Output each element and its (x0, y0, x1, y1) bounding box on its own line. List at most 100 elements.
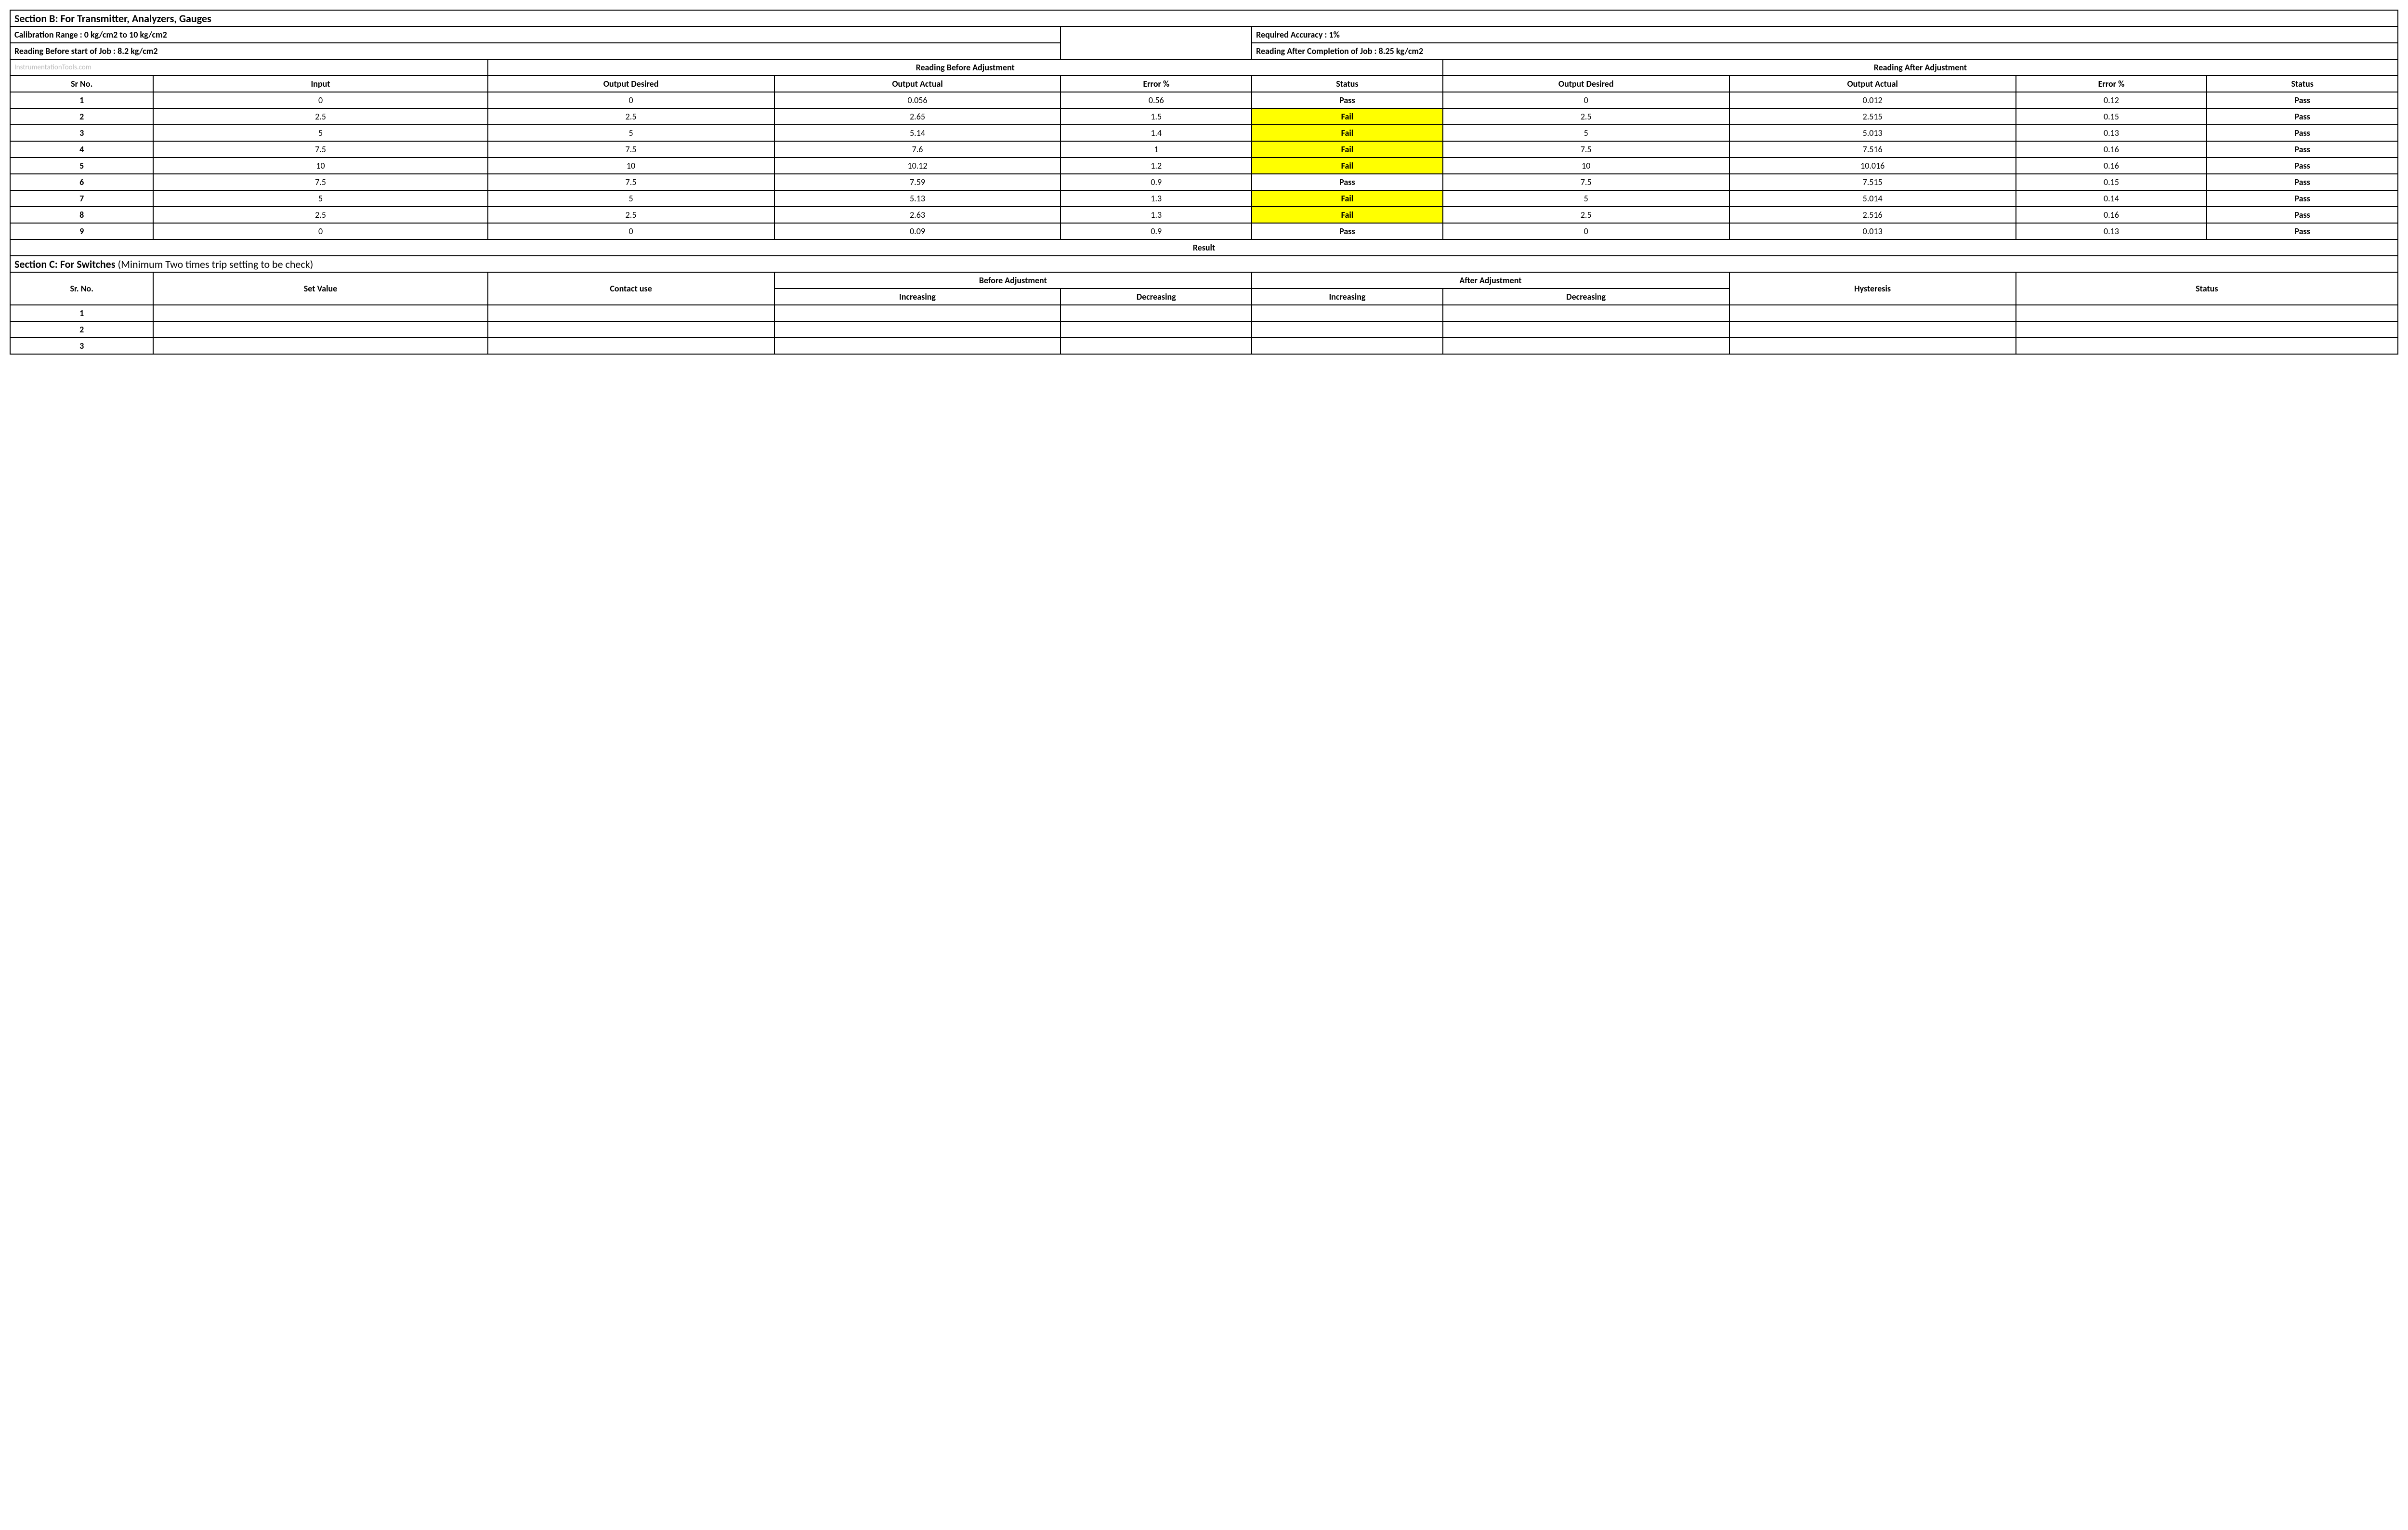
col-sr: Sr No. (10, 76, 153, 92)
cell: 0.16 (2016, 207, 2207, 223)
cell (153, 305, 487, 321)
cell: Pass (2207, 92, 2398, 108)
cell: 1 (10, 305, 153, 321)
cell: Fail (1252, 190, 1443, 207)
col-out-desired-before: Output Desired (488, 76, 774, 92)
cell (1729, 338, 2016, 354)
info-spacer (1060, 26, 1252, 59)
col-status-after: Status (2207, 76, 2398, 92)
result-row: Result (10, 239, 2398, 256)
cell: 7.516 (1729, 141, 2016, 158)
cell (1060, 305, 1252, 321)
cell: 2.5 (1443, 108, 1729, 125)
cell: Pass (2207, 174, 2398, 190)
section-c-title-bold: Section C: For Switches (14, 258, 116, 271)
cell: 2.63 (774, 207, 1061, 223)
table-row: 1000.0560.56Pass00.0120.12Pass (10, 92, 2398, 108)
cell: 5 (1443, 190, 1729, 207)
cell: Pass (2207, 108, 2398, 125)
c-col-before-dec: Decreasing (1060, 289, 1252, 305)
cell: 5 (1443, 125, 1729, 141)
cell: 5 (153, 190, 487, 207)
cell: 5.014 (1729, 190, 2016, 207)
cell: 2.5 (1443, 207, 1729, 223)
section-c-title-note: (Minimum Two times trip setting to be ch… (116, 258, 314, 271)
cell: 4 (10, 141, 153, 158)
cell (153, 321, 487, 338)
cell: 5.14 (774, 125, 1061, 141)
table-row: 3 (10, 338, 2398, 354)
cell: Fail (1252, 125, 1443, 141)
table-row: 22.52.52.651.5Fail2.52.5150.15Pass (10, 108, 2398, 125)
table-row: 2 (10, 321, 2398, 338)
cell: 7.59 (774, 174, 1061, 190)
cell: 1.2 (1060, 158, 1252, 174)
cell: 3 (10, 125, 153, 141)
cell: 0 (153, 92, 487, 108)
cell: Pass (2207, 141, 2398, 158)
cell: 0 (1443, 223, 1729, 239)
cell (1060, 338, 1252, 354)
cell: 7.5 (488, 141, 774, 158)
hdr-after-adjustment: Reading After Adjustment (1443, 59, 2398, 76)
c-col-status: Status (2016, 272, 2398, 305)
cell: 1.3 (1060, 190, 1252, 207)
cell (153, 338, 487, 354)
cell: 2.516 (1729, 207, 2016, 223)
cell: 0.13 (2016, 125, 2207, 141)
c-col-before: Before Adjustment (774, 272, 1252, 289)
cell (1443, 338, 1729, 354)
cell: 0.14 (2016, 190, 2207, 207)
cell: 10 (153, 158, 487, 174)
cell (2016, 305, 2398, 321)
cell: 7.515 (1729, 174, 2016, 190)
cell: 7.5 (488, 174, 774, 190)
cell: 5 (153, 125, 487, 141)
table-row: 82.52.52.631.3Fail2.52.5160.16Pass (10, 207, 2398, 223)
col-input: Input (153, 76, 487, 92)
c-col-setvalue: Set Value (153, 272, 487, 305)
cell: 0.56 (1060, 92, 1252, 108)
cell: Pass (2207, 190, 2398, 207)
cell (1252, 305, 1443, 321)
cell: 0.13 (2016, 223, 2207, 239)
cell: Pass (2207, 158, 2398, 174)
cell: 0 (488, 223, 774, 239)
cell: 2.5 (153, 207, 487, 223)
cell: 7.6 (774, 141, 1061, 158)
cell: 0 (153, 223, 487, 239)
cell: Pass (2207, 207, 2398, 223)
section-b-title: Section B: For Transmitter, Analyzers, G… (10, 10, 2398, 26)
cell: 5.013 (1729, 125, 2016, 141)
col-error-before: Error % (1060, 76, 1252, 92)
cell: 1 (1060, 141, 1252, 158)
cell: 2.515 (1729, 108, 2016, 125)
cell (774, 305, 1061, 321)
cell (488, 305, 774, 321)
cell (1729, 321, 2016, 338)
table-row: 7555.131.3Fail55.0140.14Pass (10, 190, 2398, 207)
cell: 2.5 (488, 108, 774, 125)
cell (2016, 338, 2398, 354)
cell: 2 (10, 108, 153, 125)
table-row: 1 (10, 305, 2398, 321)
cell: 9 (10, 223, 153, 239)
cell: 7.5 (153, 141, 487, 158)
cell: 1.4 (1060, 125, 1252, 141)
cell: 7.5 (1443, 141, 1729, 158)
cell: 7.5 (153, 174, 487, 190)
cell: 10 (488, 158, 774, 174)
c-col-sr: Sr. No. (10, 272, 153, 305)
watermark: InstrumentationTools.com (10, 59, 488, 76)
cell: 5 (488, 190, 774, 207)
cell: 0.15 (2016, 174, 2207, 190)
cell: 0.15 (2016, 108, 2207, 125)
col-status-before: Status (1252, 76, 1443, 92)
cell: 0.9 (1060, 174, 1252, 190)
cell: 0.012 (1729, 92, 2016, 108)
calibration-range: Calibration Range : 0 kg/cm2 to 10 kg/cm… (10, 26, 1060, 43)
cell: Pass (1252, 174, 1443, 190)
cell: 6 (10, 174, 153, 190)
cell (488, 338, 774, 354)
reading-after-job: Reading After Completion of Job : 8.25 k… (1252, 43, 2398, 59)
